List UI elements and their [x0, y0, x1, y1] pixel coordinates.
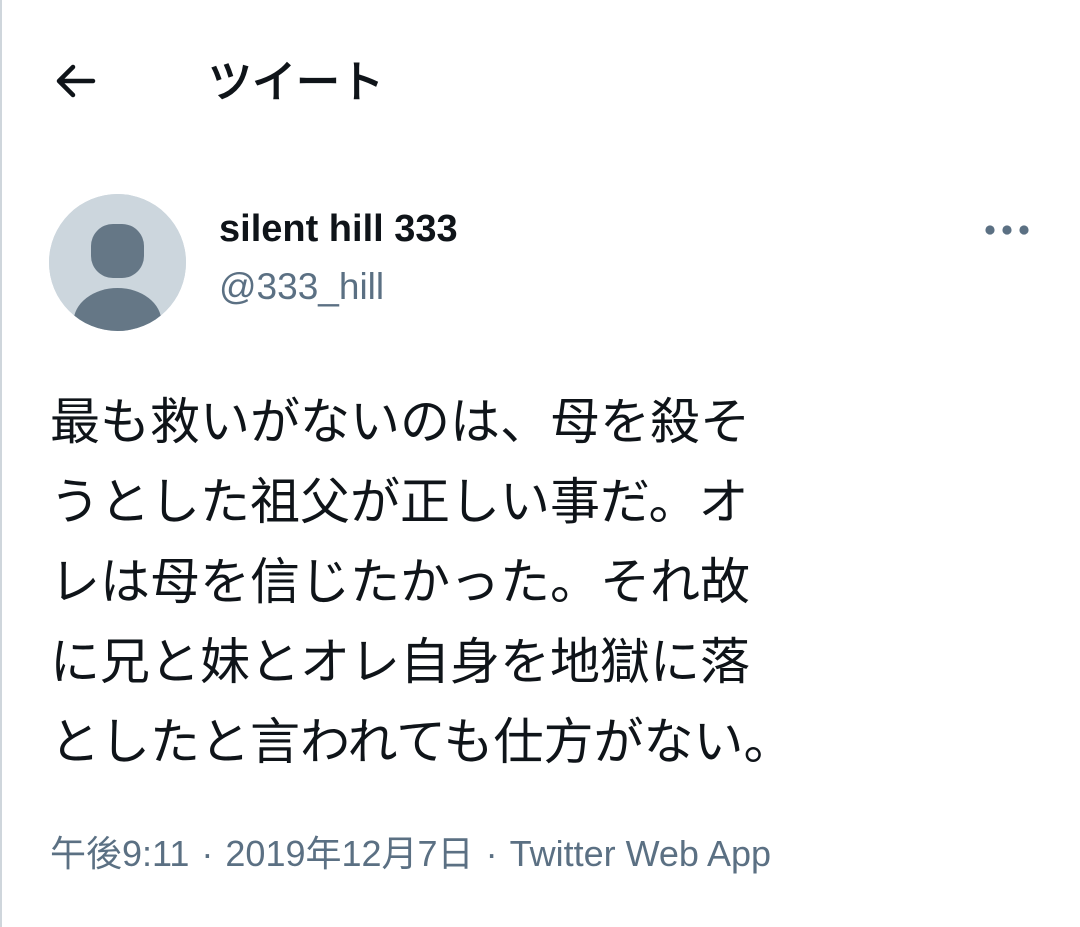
author-display-name[interactable]: silent hill 333: [219, 204, 458, 254]
tweet-source[interactable]: Twitter Web App: [510, 833, 771, 874]
tweet-line: に兄と妹とオレ自身を地獄に落: [50, 633, 750, 691]
tweet-meta: 午後9:11 · 2019年12月7日 · Twitter Web App: [50, 826, 771, 882]
author-handle[interactable]: @333_hill: [219, 262, 384, 312]
more-options-button[interactable]: [978, 210, 1036, 250]
arrow-left-icon: [53, 63, 97, 103]
tweet-line: としたと言われても仕方がない。: [50, 713, 794, 771]
top-app-bar: ツイート: [0, 0, 1080, 165]
tweet-time[interactable]: 午後9:11: [50, 833, 189, 874]
meta-separator: ·: [201, 833, 214, 874]
back-button[interactable]: [40, 52, 110, 114]
meta-separator: ·: [485, 833, 498, 874]
page-title: ツイート: [208, 57, 384, 108]
tweet-line: うとした祖父が正しい事だ。オ: [50, 473, 749, 531]
avatar[interactable]: [49, 194, 186, 331]
default-profile-icon: [49, 194, 186, 331]
tweet-date[interactable]: 2019年12月7日: [225, 833, 473, 874]
tweet-line: レは母を信じたかった。それ故: [50, 553, 750, 611]
tweet-line: 最も救いがないのは、母を殺そ: [50, 393, 750, 451]
tweet-text: 最も救いがないのは、母を殺そ うとした祖父が正しい事だ。オ レは母を信じたかった。そ…: [50, 382, 1050, 782]
more-horizontal-icon: [984, 221, 1030, 240]
